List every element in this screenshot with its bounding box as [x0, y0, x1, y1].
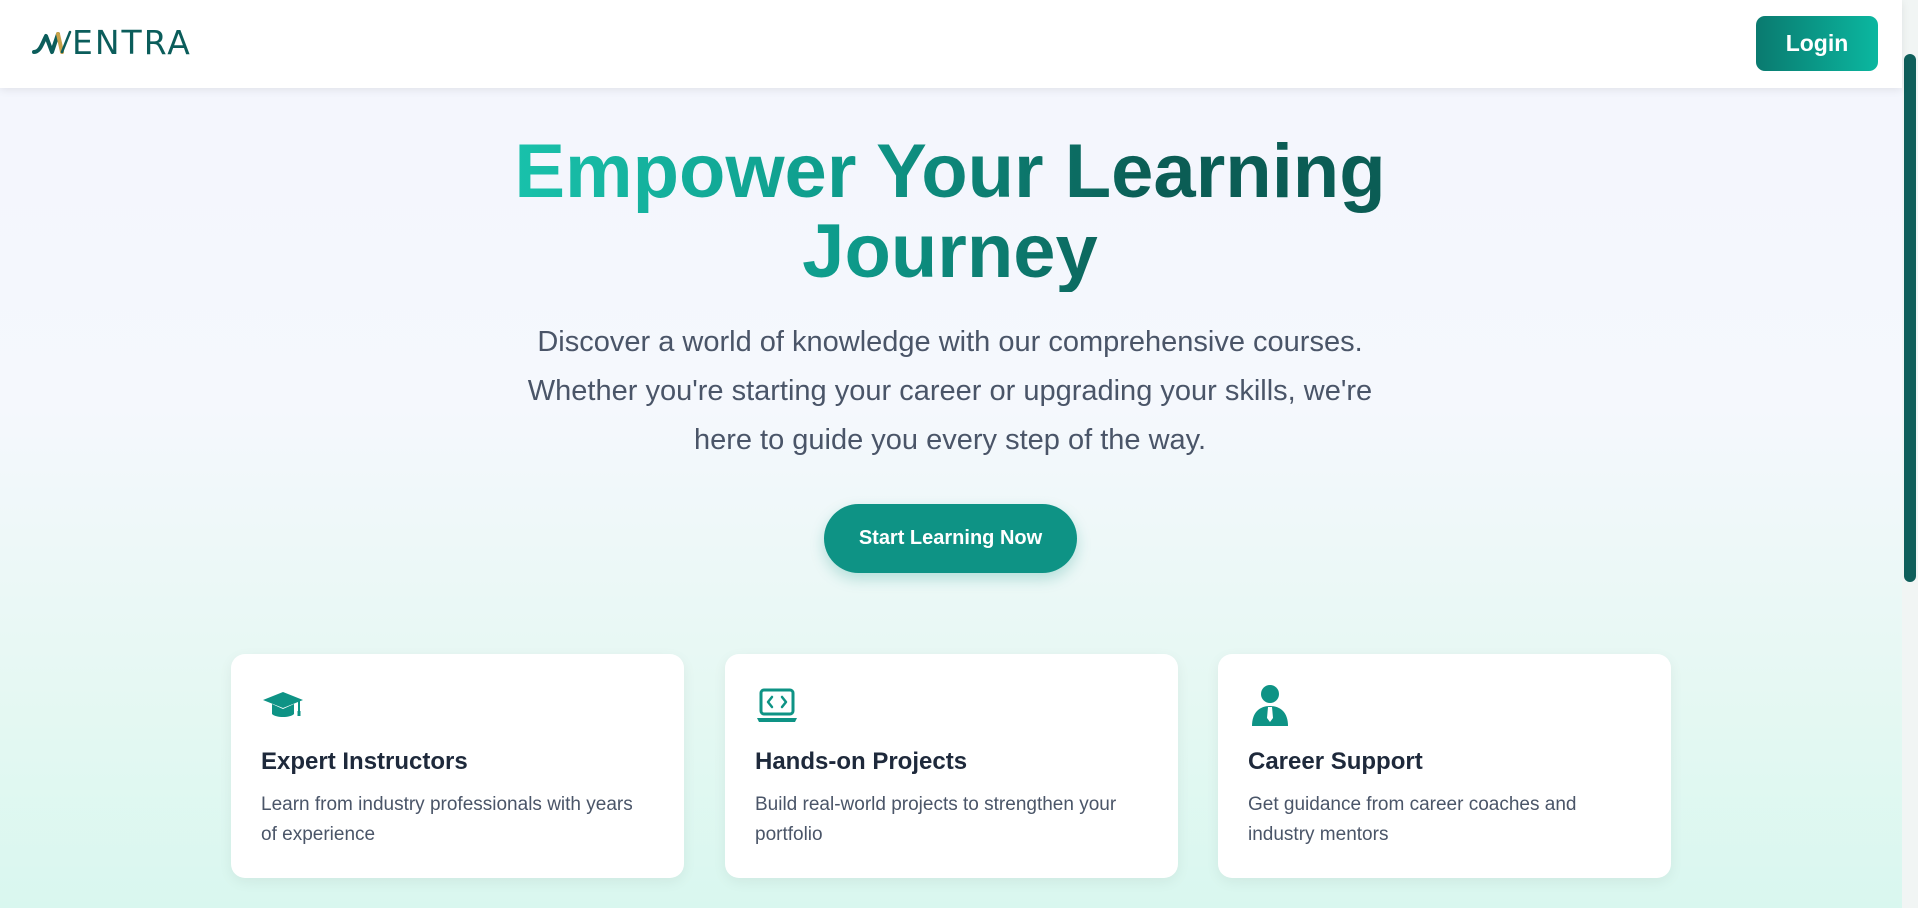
feature-title: Expert Instructors [261, 748, 468, 775]
hero-subtitle-line-1: Discover a world of knowledge with our c… [537, 326, 1363, 358]
feature-title: Career Support [1248, 748, 1423, 775]
feature-card-career-support: Career Support Get guidance from career … [1218, 654, 1671, 878]
feature-title: Hands-on Projects [755, 748, 968, 775]
hero-title-line-1: Empower Your Learning [514, 129, 1386, 214]
page-scrollbar[interactable] [1902, 0, 1918, 908]
hero-subtitle-line-2: Whether you're starting your career or u… [527, 375, 1373, 407]
feature-description: Build real-world projects to strengthen … [755, 794, 1117, 845]
logo-text: ENTRA [72, 22, 192, 62]
top-navbar: ENTRA Login [0, 0, 1902, 88]
graduation-cap-icon [261, 684, 305, 728]
feature-description: Get guidance from career coaches and ind… [1248, 794, 1577, 845]
hero-title-line-2: Journey [802, 209, 1098, 294]
user-tie-icon [1248, 684, 1292, 728]
start-learning-button[interactable]: Start Learning Now [824, 504, 1077, 573]
scrollbar-thumb[interactable] [1904, 54, 1916, 582]
feature-card-hands-on-projects: Hands-on Projects Build real-world proje… [725, 654, 1178, 878]
hero-subtitle-line-3: here to guide you every step of the way. [693, 424, 1207, 456]
hero-title: Empower Your Learning Journey [450, 132, 1450, 292]
hero-subtitle: Discover a world of knowledge with our c… [470, 318, 1430, 465]
login-button[interactable]: Login [1756, 16, 1878, 71]
feature-description: Learn from industry professionals with y… [261, 794, 633, 845]
mentra-logo[interactable]: ENTRA [32, 22, 192, 62]
logo-mark-icon [32, 30, 72, 54]
feature-card-expert-instructors: Expert Instructors Learn from industry p… [231, 654, 684, 878]
laptop-code-icon [755, 684, 799, 728]
